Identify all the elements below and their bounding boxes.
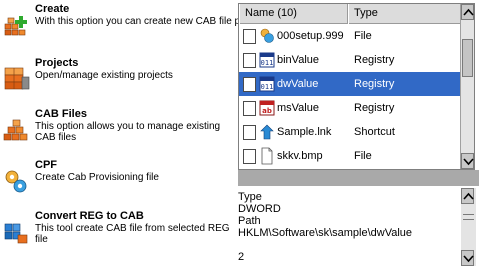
column-header-name[interactable]: Name (10) [239, 4, 348, 24]
row-name: Sample.lnk [277, 126, 332, 138]
file-icon [259, 147, 275, 165]
row-checkbox[interactable] [243, 53, 256, 68]
scroll-down-button[interactable] [461, 153, 474, 169]
list-row[interactable]: 000setup.999 File [239, 24, 461, 48]
svg-text:011: 011 [261, 59, 274, 67]
details-line: DWORD [238, 203, 281, 215]
list-header: Name (10) Type [239, 4, 461, 24]
details-text: Type DWORD Path HKLM\Software\sk\sample\… [238, 191, 458, 263]
details-line: 2 [238, 251, 245, 263]
shortcut-icon [259, 123, 275, 141]
option-description: With this option you can create new CAB … [35, 16, 238, 27]
details-line: HKLM\Software\sk\sample\dwValue [238, 227, 413, 239]
option-description: Open/manage existing projects [35, 70, 173, 81]
details-scrollbar[interactable] [461, 188, 476, 266]
row-type: File [354, 30, 372, 42]
option-description: Create Cab Provisioning file [35, 172, 159, 183]
row-type: Registry [354, 78, 395, 90]
details-line [238, 239, 458, 251]
options-panel: Create With this option you can create n… [0, 0, 238, 269]
svg-text:ab: ab [262, 107, 272, 115]
option-create[interactable]: Create With this option you can create n… [0, 3, 238, 55]
option-projects[interactable]: Projects Open/manage existing projects [0, 57, 238, 109]
scroll-thumb[interactable] [462, 39, 473, 77]
option-title: CPF [35, 159, 57, 171]
projects-icon [2, 65, 30, 93]
row-name: binValue [277, 54, 319, 66]
row-name: 000setup.999 [277, 30, 344, 42]
option-title: Projects [35, 57, 79, 69]
cab-files-icon [2, 116, 30, 144]
row-checkbox[interactable] [243, 29, 256, 44]
option-description: This option allows you to manage existin… [35, 121, 221, 143]
list-scrollbar[interactable] [460, 4, 474, 169]
scroll-thumb[interactable] [463, 214, 474, 220]
row-type: Registry [354, 54, 395, 66]
details-panel: Type DWORD Path HKLM\Software\sk\sample\… [238, 186, 476, 266]
option-convert-reg-to-cab[interactable]: Convert REG to CAB This tool create CAB … [0, 210, 238, 262]
registry-binary-icon: 011 [259, 51, 275, 69]
list-row[interactable]: Sample.lnk Shortcut [239, 120, 461, 144]
option-cab-files[interactable]: CAB Files This option allows you to mana… [0, 108, 238, 160]
list-row-selected[interactable]: 011 dwValue Registry [239, 72, 461, 96]
convert-reg-icon [2, 218, 30, 246]
row-name: dwValue [277, 78, 319, 90]
scroll-up-button[interactable] [461, 188, 474, 204]
details-line: Path [238, 215, 261, 227]
scroll-down-button[interactable] [461, 250, 474, 266]
details-line: Type [238, 191, 262, 203]
option-title: CAB Files [35, 108, 87, 120]
option-cpf[interactable]: CPF Create Cab Provisioning file [0, 159, 238, 211]
row-type: File [354, 150, 372, 162]
column-header-type[interactable]: Type [348, 4, 461, 24]
svg-text:011: 011 [261, 83, 274, 91]
list-row[interactable]: 011 binValue Registry [239, 48, 461, 72]
option-description: This tool create CAB file from selected … [35, 223, 230, 245]
registry-string-icon: ab [259, 99, 275, 117]
list-row[interactable]: skkv.bmp File [239, 144, 461, 168]
option-title: Convert REG to CAB [35, 210, 144, 222]
panel-splitter[interactable] [238, 170, 479, 186]
row-type: Shortcut [354, 126, 395, 138]
registry-binary-icon: 011 [259, 75, 275, 93]
file-list-view[interactable]: Name (10) Type 000setup.999 File 011 bin… [238, 3, 475, 170]
row-checkbox[interactable] [243, 77, 256, 92]
list-row[interactable]: ab msValue Registry [239, 96, 461, 120]
row-type: Registry [354, 102, 395, 114]
file-setup-icon [259, 27, 275, 45]
row-checkbox[interactable] [243, 125, 256, 140]
cpf-icon [2, 167, 30, 195]
row-name: msValue [277, 102, 319, 114]
row-checkbox[interactable] [243, 101, 256, 116]
create-icon [2, 11, 30, 39]
row-checkbox[interactable] [243, 149, 256, 164]
option-title: Create [35, 3, 70, 15]
row-name: skkv.bmp [277, 150, 323, 162]
scroll-up-button[interactable] [461, 4, 474, 20]
